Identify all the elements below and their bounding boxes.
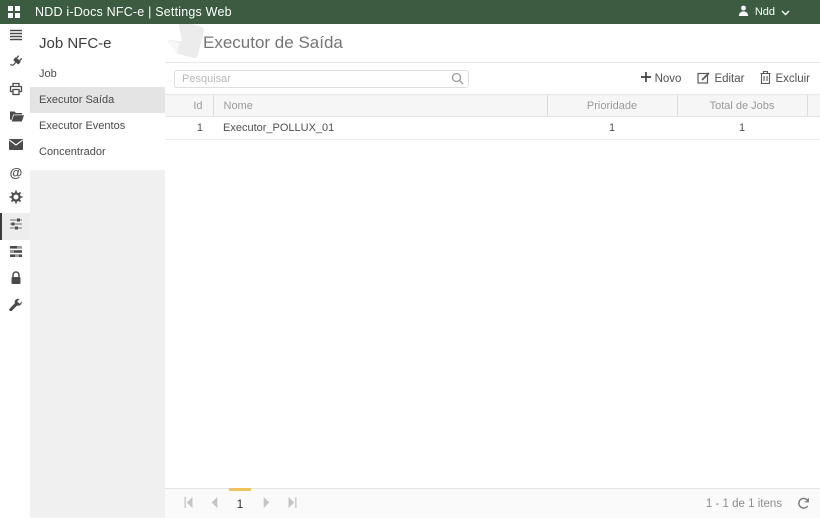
rail-item-files[interactable] [0, 105, 30, 132]
gear-icon [9, 190, 23, 209]
sidebar-menu: Job NFC-e Job Executor Saída Executor Ev… [30, 24, 165, 170]
toolbar: Novo Editar Excluir [165, 63, 820, 94]
sidebar-item-concentrador[interactable]: Concentrador [30, 139, 165, 165]
wrench-icon [9, 298, 23, 317]
rail-item-queues[interactable] [0, 240, 30, 267]
pager-info: 1 - 1 de 1 itens [706, 497, 810, 510]
cell-nome: Executor_POLLUX_01 [213, 116, 547, 140]
plus-icon [640, 72, 651, 85]
excluir-button[interactable]: Excluir [760, 70, 810, 87]
sliders-icon [9, 217, 23, 236]
main-area: @ Job NFC-e Job Executor Saída Executor … [0, 24, 820, 518]
table-row[interactable]: 1 Executor_POLLUX_01 1 1 [165, 116, 820, 140]
bottom-strip [0, 518, 820, 526]
page-1-button[interactable]: 1 [227, 488, 253, 518]
sidebar-heading: Job NFC-e [39, 35, 112, 52]
menu-icon [9, 28, 23, 47]
rail-item-connections[interactable] [0, 51, 30, 78]
rail-item-tools[interactable] [0, 294, 30, 321]
search-icon[interactable] [451, 72, 464, 90]
at-icon: @ [9, 165, 23, 180]
refresh-icon[interactable] [797, 497, 810, 510]
page-title: Executor de Saída [203, 33, 343, 52]
editar-button-label: Editar [714, 72, 745, 85]
page-title-bar: Executor de Saída [165, 24, 820, 63]
grid-header-row: Id Nome Prioridade Total de Jobs [165, 94, 820, 117]
content-area: Executor de Saída Novo Editar [165, 24, 820, 518]
edit-icon [697, 71, 711, 87]
excluir-button-label: Excluir [775, 72, 810, 85]
prev-page-button[interactable] [201, 489, 227, 518]
cell-filler [807, 116, 820, 140]
pager-bar: 1 1 - 1 de 1 itens [165, 488, 820, 518]
grid-empty-area [165, 140, 820, 488]
search-input[interactable] [174, 70, 469, 89]
column-header-total-de-jobs[interactable]: Total de Jobs [676, 94, 807, 117]
column-header-filler [806, 94, 820, 117]
chevron-down-icon [781, 3, 790, 21]
first-page-button[interactable] [175, 489, 201, 518]
trash-icon [760, 70, 771, 87]
novo-button[interactable]: Novo [640, 71, 682, 87]
rail-item-job-settings[interactable] [0, 213, 30, 240]
rail-item-settings[interactable] [0, 186, 30, 213]
user-menu[interactable]: Ndd [738, 3, 790, 21]
column-header-prioridade[interactable]: Prioridade [546, 94, 677, 117]
cell-id: 1 [165, 116, 213, 140]
lock-icon [10, 271, 22, 290]
ndd-logo-watermark [165, 24, 205, 62]
rail-item-mail[interactable] [0, 132, 30, 159]
folder-icon [9, 110, 24, 128]
last-page-button[interactable] [279, 489, 305, 518]
sidebar-panel: Job NFC-e Job Executor Saída Executor Ev… [30, 24, 165, 518]
search-box [174, 69, 469, 89]
cell-prioridade: 1 [547, 116, 677, 140]
sidebar-item-executor-eventos[interactable]: Executor Eventos [30, 113, 165, 139]
editar-button[interactable]: Editar [697, 71, 744, 87]
column-header-nome[interactable]: Nome [212, 94, 547, 117]
icon-rail: @ [0, 24, 30, 518]
printer-icon [9, 82, 23, 101]
user-icon [738, 3, 749, 21]
rail-item-at[interactable]: @ [0, 159, 30, 186]
current-page-number: 1 [236, 496, 244, 511]
top-header: NDD i-Docs NFC-e | Settings Web Ndd [0, 0, 820, 24]
pager-items-count: 1 - 1 de 1 itens [705, 497, 782, 510]
app-title: NDD i-Docs NFC-e | Settings Web [35, 5, 232, 19]
plug-icon [9, 55, 23, 74]
user-name: Ndd [754, 6, 775, 18]
mail-icon [9, 137, 23, 155]
next-page-icon [261, 495, 272, 513]
app-grid-icon[interactable] [8, 6, 20, 18]
rail-item-security[interactable] [0, 267, 30, 294]
queue-icon [9, 245, 23, 263]
app-window: NDD i-Docs NFC-e | Settings Web Ndd @ Jo… [0, 0, 820, 526]
sidebar-item-job[interactable]: Job [30, 61, 165, 87]
column-header-id[interactable]: Id [165, 94, 213, 117]
prev-page-icon [209, 495, 220, 513]
data-grid: Id Nome Prioridade Total de Jobs 1 Execu… [165, 94, 820, 140]
rail-item-printers[interactable] [0, 78, 30, 105]
cell-total-de-jobs: 1 [677, 116, 807, 140]
rail-menu-button[interactable] [0, 24, 30, 51]
last-page-icon [287, 495, 298, 513]
toolbar-buttons: Novo Editar Excluir [640, 70, 810, 87]
next-page-button[interactable] [253, 489, 279, 518]
sidebar-item-executor-saida[interactable]: Executor Saída [30, 87, 165, 113]
first-page-icon [183, 495, 194, 513]
novo-button-label: Novo [654, 72, 682, 85]
